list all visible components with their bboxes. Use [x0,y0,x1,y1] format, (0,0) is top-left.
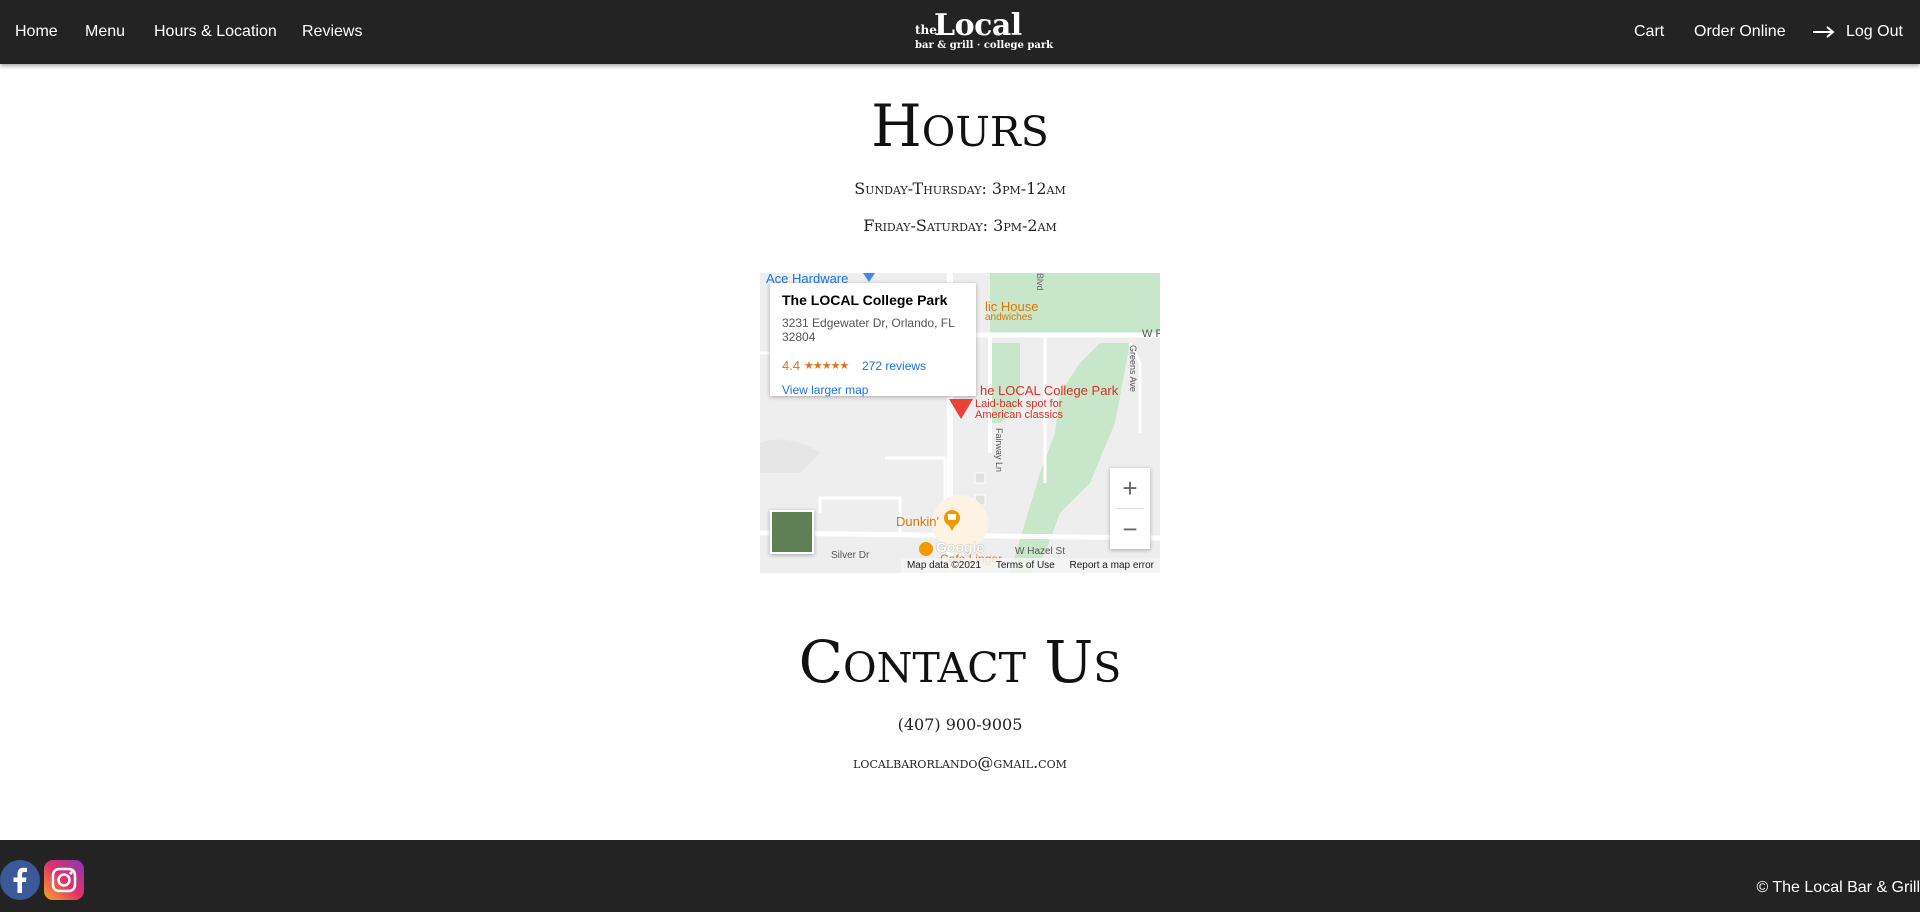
logo-name: Local [934,8,1022,43]
place-info-card: The LOCAL College Park 3231 Edgewater Dr… [770,283,976,397]
nav-cart-link[interactable]: Cart [1634,0,1664,64]
arrow-right-icon[interactable] [1812,22,1836,42]
star-rating-icon: ★★★★★ [804,360,849,372]
map-attribution: Map data ©2021 Terms of Use Report a map… [900,558,1160,573]
report-error-link[interactable]: Report a map error [1070,558,1154,573]
nav-reviews-link[interactable]: Reviews [302,0,362,64]
hours-weekday: Sunday-Thursday: 3pm-12am [854,179,1066,198]
place-rating: 4.4 [782,358,801,373]
terms-link[interactable]: Terms of Use [996,558,1055,573]
google-map[interactable]: Ace Hardware lic House andwiches W P Blv… [760,273,1160,573]
logo-subtitle: bar & grill · college park [915,40,1054,51]
zoom-in-button[interactable]: + [1110,468,1150,508]
pin-place-label[interactable]: he LOCAL College Park [980,383,1118,398]
place-name: The LOCAL College Park [782,292,948,308]
dunkin-label: Dunkin' [896,514,939,529]
nav-home-link[interactable]: Home [15,0,58,64]
map-data-text: Map data ©2021 [906,560,982,571]
site-footer: © The Local Bar & Grill [0,840,1920,912]
facebook-icon[interactable] [0,860,40,900]
reviews-link[interactable]: 272 reviews [862,359,926,373]
instagram-icon[interactable] [44,860,84,900]
fairway-ln-label: Fairway Ln [994,428,1004,473]
site-logo[interactable]: the Local bar & grill · college park [910,6,1053,56]
nav-hours-location-link[interactable]: Hours & Location [154,0,277,64]
wp-label: W P [1142,328,1160,340]
blvd-label: Blvd [1035,273,1045,291]
nav-logout-link[interactable]: Log Out [1846,0,1903,64]
contact-email[interactable]: localbarorlando@gmail.com [0,753,1920,772]
place-address: 3231 Edgewater Dr, Orlando, FL 32804 [782,316,955,344]
greens-ave-label: Greens Ave [1128,345,1138,392]
sandwiches-label: andwiches [985,312,1033,323]
cafe-pin-icon [919,542,933,556]
contact-phone[interactable]: (407) 900-9005 [0,715,1920,734]
silver-dr-label: Silver Dr [831,550,870,561]
coffee-pin-icon [944,510,960,531]
satellite-toggle[interactable] [770,510,814,554]
map-pin-icon[interactable] [948,398,974,420]
nav-order-online-link[interactable]: Order Online [1694,0,1786,64]
hazel-st-label: W Hazel St [1015,546,1066,557]
pin-desc-2: American classics [975,409,1064,421]
hours-weekend: Friday-Saturday: 3pm-2am [863,216,1057,235]
navbar: Home Menu Hours & Location Reviews the L… [0,0,1920,64]
contact-title: Contact Us [798,628,1122,696]
nav-menu-link[interactable]: Menu [85,0,125,64]
zoom-out-button[interactable]: − [1110,509,1150,549]
hours-title: Hours [871,92,1049,160]
copyright-text: © The Local Bar & Grill [1756,879,1920,896]
zoom-controls: + − [1110,468,1150,549]
google-logo: Google [936,539,985,555]
view-larger-map-link[interactable]: View larger map [782,383,868,397]
